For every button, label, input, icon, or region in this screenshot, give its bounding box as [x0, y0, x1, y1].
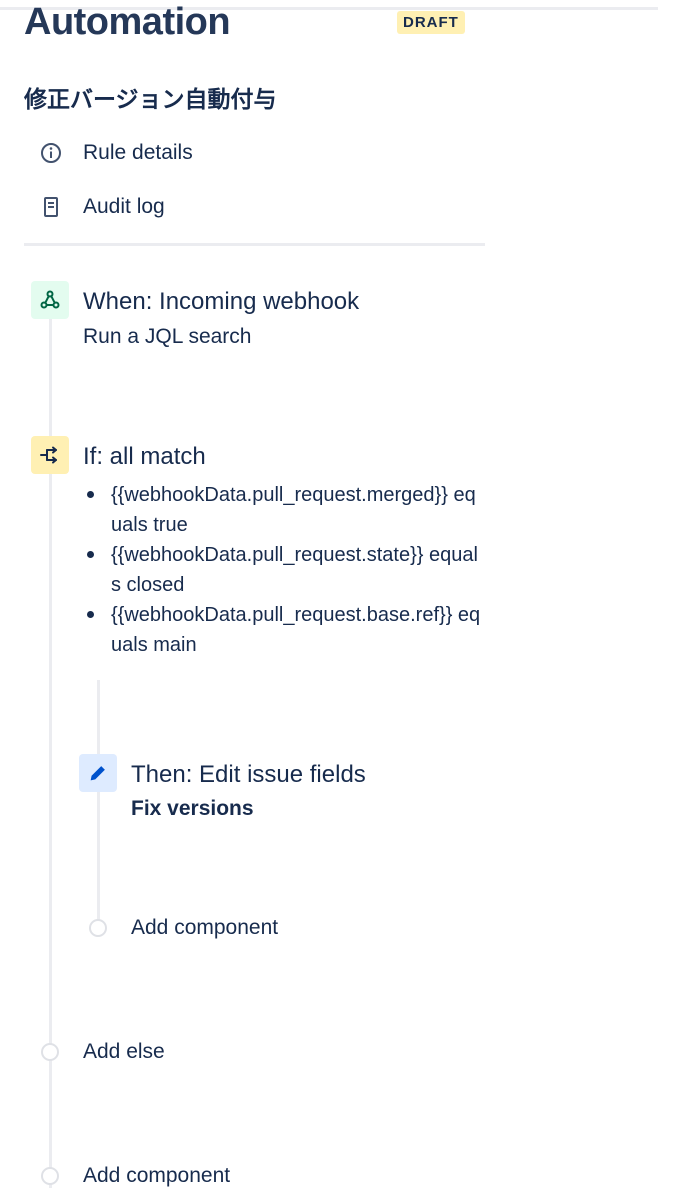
rule-name: 修正バージョン自動付与: [24, 87, 277, 113]
pencil-icon: [79, 754, 117, 792]
condition-item: {{webhookData.pull_request.base.ref}} eq…: [83, 600, 483, 660]
add-component-label: Add component: [131, 916, 279, 939]
branch-icon: [31, 436, 69, 474]
document-icon: [38, 194, 64, 220]
divider: [24, 243, 485, 246]
add-component-label: Add component: [83, 1164, 231, 1187]
condition-item: {{webhookData.pull_request.state}} equal…: [83, 540, 483, 600]
condition-list: {{webhookData.pull_request.merged}} equa…: [83, 480, 483, 660]
nav-item-audit-log[interactable]: Audit log: [38, 191, 165, 223]
condition-title[interactable]: If: all match: [83, 443, 206, 471]
action-title[interactable]: Then: Edit issue fields: [131, 761, 366, 789]
node-dot: [41, 1043, 59, 1061]
page-title: Automation: [24, 1, 231, 43]
add-component-button[interactable]: Add component: [41, 1164, 230, 1188]
action-subtitle: Fix versions: [131, 797, 254, 820]
trigger-title[interactable]: When: Incoming webhook: [83, 288, 359, 316]
node-dot: [89, 919, 107, 937]
condition-item: {{webhookData.pull_request.merged}} equa…: [83, 480, 483, 540]
nav-item-label: Audit log: [83, 195, 165, 218]
add-else-label: Add else: [83, 1040, 165, 1063]
status-badge: DRAFT: [397, 11, 465, 34]
trigger-subtitle: Run a JQL search: [83, 325, 252, 348]
node-dot: [41, 1167, 59, 1185]
add-component-button-nested[interactable]: Add component: [89, 916, 278, 940]
nav-item-rule-details[interactable]: Rule details: [38, 137, 193, 169]
info-icon: [38, 140, 64, 166]
add-else-button[interactable]: Add else: [41, 1040, 165, 1064]
webhook-icon: [31, 281, 69, 319]
condition-overflow-fade: ​: [110, 655, 470, 675]
timeline-line-nested: [97, 680, 100, 920]
automation-rule-panel: Automation DRAFT 修正バージョン自動付与 Rule detail…: [0, 0, 690, 1200]
nav-item-label: Rule details: [83, 141, 193, 164]
